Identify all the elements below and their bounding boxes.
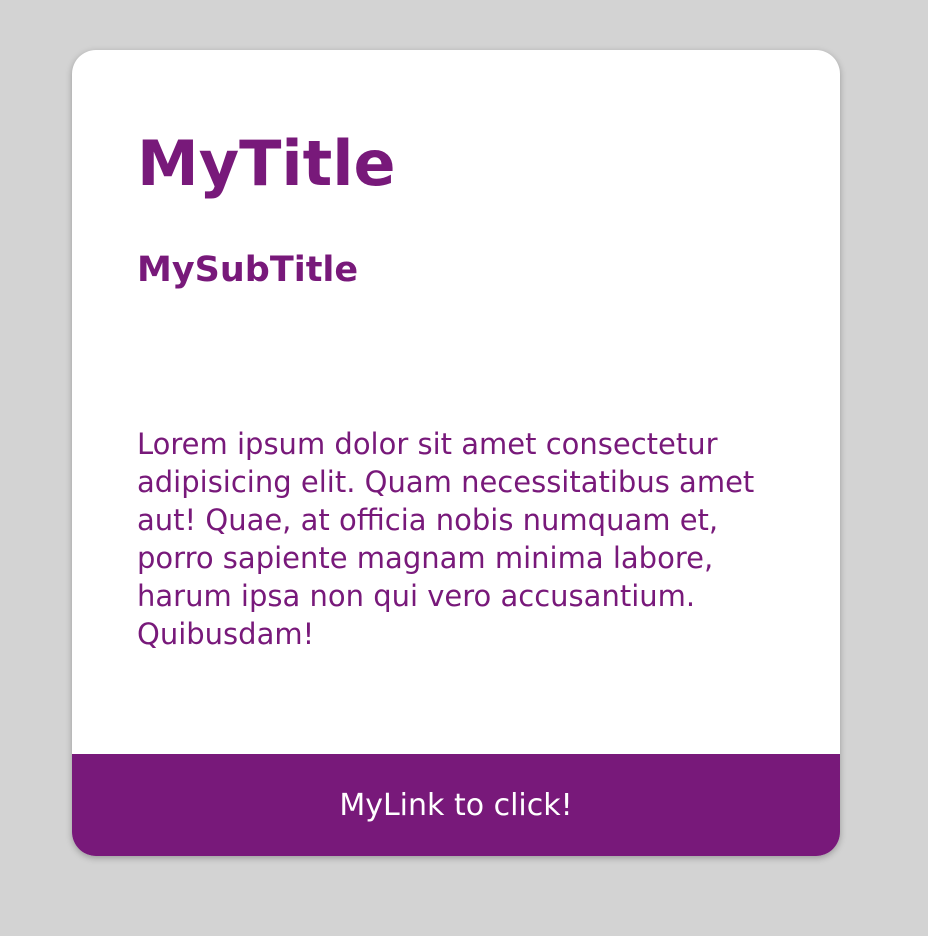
card-body-text: Lorem ipsum dolor sit amet consectetur a… <box>137 427 755 651</box>
card: MyTitle MySubTitle Lorem ipsum dolor sit… <box>72 50 840 856</box>
card-title: MyTitle <box>137 127 396 200</box>
card-footer[interactable]: MyLink to click! <box>72 754 840 856</box>
card-link[interactable]: MyLink to click! <box>339 788 572 823</box>
card-subtitle: MySubTitle <box>137 250 359 290</box>
